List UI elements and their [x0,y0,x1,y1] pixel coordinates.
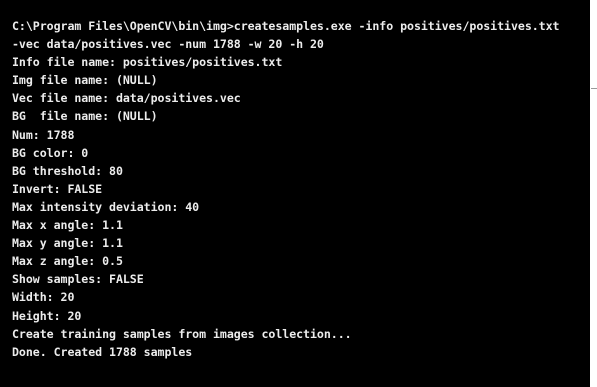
console-output-info-file: Info file name: positives/positives.txt [12,55,283,70]
console-command-line: C:\Program Files\OpenCV\bin\img>createsa… [12,19,560,33]
console-command-continuation: -vec data/positives.vec -num 1788 -w 20 … [12,37,324,52]
console-output-create-status: Create training samples from images coll… [12,326,352,341]
console-output-max-y-angle: Max y angle: 1.1 [12,236,123,251]
console-output-bg-threshold: BG threshold: 80 [12,163,123,178]
console-output-bg-file: BG file name: (NULL) [12,109,158,124]
console-output-done: Done. Created 1788 samples [12,344,193,359]
console-output-max-x-angle: Max x angle: 1.1 [12,218,123,233]
console-output-max-z-angle: Max z angle: 0.5 [12,254,123,269]
console-output-height: Height: 20 [12,308,82,323]
console-output-img-file: Img file name: (NULL) [12,73,158,88]
console-output-bg-color: BG color: 0 [12,145,89,160]
console-output-invert: Invert: FALSE [12,181,103,196]
page-margin [590,0,597,387]
console-output-vec-file: Vec file name: data/positives.vec [12,91,241,106]
page-edge-mark [591,88,597,89]
console-output-num: Num: 1788 [12,127,75,142]
console-output-max-intensity: Max intensity deviation: 40 [12,199,200,214]
console-output-show-samples: Show samples: FALSE [12,272,144,287]
console-output-width: Width: 20 [12,290,75,305]
console-window[interactable]: C:\Program Files\OpenCV\bin\img>createsa… [0,0,590,387]
